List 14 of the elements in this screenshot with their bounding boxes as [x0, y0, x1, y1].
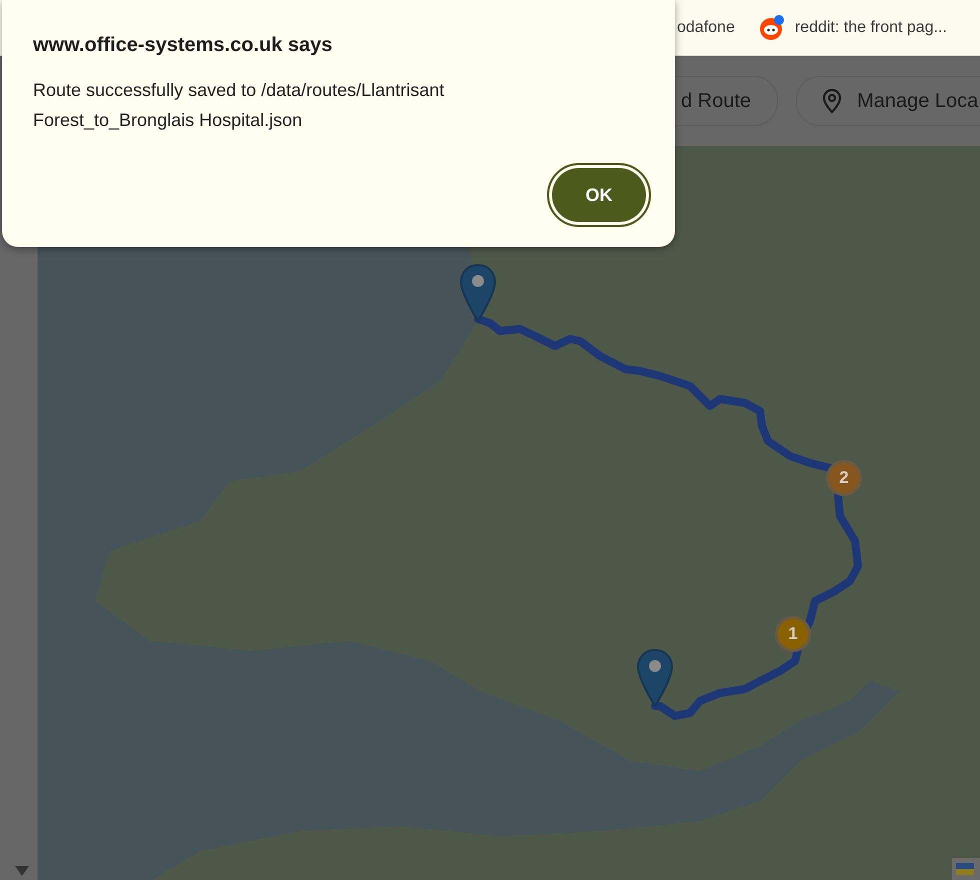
cluster-marker[interactable]: 2: [826, 460, 862, 496]
dialog-title: www.office-systems.co.uk says: [33, 34, 334, 57]
dialog-message: Route successfully saved to /data/routes/Llantrisant Forest_to_Bronglais Hospital.json: [33, 79, 446, 132]
bookmark-link[interactable]: odafone: [677, 18, 735, 36]
toolbar-button[interactable]: Manage Loca: [796, 76, 980, 126]
flag-icon: [956, 863, 974, 875]
location-pin-icon: [821, 88, 844, 114]
cluster-marker[interactable]: 1: [775, 616, 811, 652]
reddit-icon: [758, 14, 785, 40]
map-pin-icon[interactable]: [636, 648, 674, 708]
bookmark-link[interactable]: reddit: the front pag...: [758, 14, 947, 40]
ok-button[interactable]: OK: [547, 163, 651, 227]
map-pin-icon[interactable]: [459, 263, 497, 323]
caret-down-icon[interactable]: [15, 866, 29, 876]
